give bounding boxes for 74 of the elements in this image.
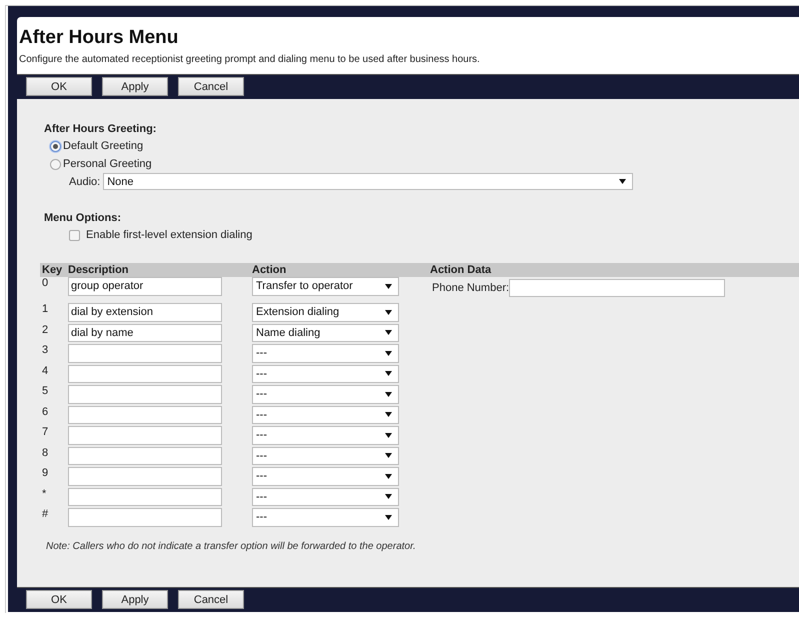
caret-icon [385,310,392,315]
key-label: 5 [42,385,48,397]
action-dropdown[interactable]: Transfer to operator [252,277,399,296]
audio-dropdown[interactable]: None [103,173,634,190]
action-dropdown[interactable]: --- [252,364,399,383]
key-label: 2 [42,324,48,336]
description-field[interactable]: dial by name [68,324,222,342]
column-header: Action [252,264,286,276]
radio-label: Default Greeting [63,140,144,152]
description-field[interactable] [68,488,222,506]
description-field[interactable] [68,426,222,444]
caret-icon [385,494,392,500]
section-heading: After Hours Greeting: [44,123,158,135]
action-dropdown[interactable]: --- [252,426,399,444]
action-dropdown[interactable]: --- [252,406,399,424]
phone-number-label: Phone Number: [432,282,510,294]
key-label: 6 [42,406,48,418]
action-dropdown[interactable]: --- [252,488,399,506]
radio-button[interactable] [50,158,61,170]
section-heading: Menu Options: [44,212,122,224]
action-dropdown[interactable]: --- [252,385,399,404]
column-header: Action Data [430,264,492,276]
action-dropdown[interactable]: --- [252,446,399,465]
description-field[interactable] [68,446,222,465]
description-field[interactable]: dial by extension [68,303,222,322]
action-dropdown[interactable]: --- [252,467,399,486]
page-title: After Hours Menu [18,26,180,49]
caret-icon [385,514,392,520]
description-field[interactable] [68,406,222,424]
caret-icon [385,432,392,438]
key-label: 1 [42,303,48,315]
description-field[interactable] [68,385,222,404]
key-label: 0 [42,277,48,289]
key-label: * [42,488,46,500]
description-field[interactable] [68,364,222,383]
key-label: 4 [42,364,48,376]
action-dropdown[interactable]: --- [252,508,399,526]
key-label: # [42,508,48,520]
phone-number-field[interactable] [509,279,726,297]
checkbox[interactable] [69,230,80,240]
toolbar-button[interactable]: OK [26,77,92,96]
radio-label: Personal Greeting [63,158,152,170]
action-dropdown[interactable]: Extension dialing [252,303,399,322]
column-header: Description [68,264,129,276]
audio-label: Audio: [69,176,100,188]
action-dropdown[interactable]: Name dialing [252,324,399,342]
toolbar-button[interactable]: Cancel [178,590,244,609]
caret-icon [385,412,392,418]
caret-icon [385,453,392,458]
caret-icon [385,474,392,479]
key-label: 3 [42,344,48,356]
caret-icon [385,392,392,397]
page-description: Configure the automated receptionist greeting prompt and dialing menu to be used after business hours. [18,53,481,67]
key-label: 9 [42,467,48,479]
radio-button[interactable] [50,140,61,152]
caret-icon [385,350,392,356]
description-field[interactable] [68,508,222,526]
toolbar-button[interactable]: Apply [102,590,168,609]
toolbar-button[interactable]: Apply [102,77,168,96]
caret-icon [385,330,392,336]
key-label: 8 [42,446,48,458]
caret-icon [385,284,392,289]
toolbar-button[interactable]: Cancel [178,77,244,96]
caret-icon [619,179,626,184]
toolbar-button[interactable]: OK [26,590,92,609]
action-dropdown[interactable]: --- [252,344,399,362]
caret-icon [385,371,392,376]
key-label: 7 [42,426,48,438]
column-header: Key [42,264,62,276]
note-text: Note: Callers who do not indicate a transfer option will be forwarded to the operator. [46,540,417,552]
description-field[interactable]: group operator [68,277,222,296]
checkbox-label: Enable first-level extension dialing [86,229,252,241]
description-field[interactable] [68,344,222,362]
description-field[interactable] [68,467,222,486]
